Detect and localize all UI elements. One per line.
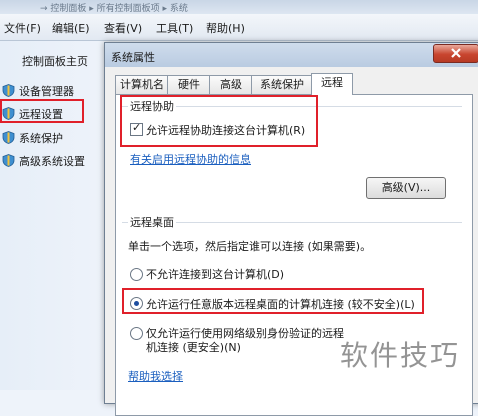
close-icon (451, 48, 461, 58)
control-panel-home-link[interactable]: 控制面板主页 (22, 53, 88, 69)
left-navigation-pane: 控制面板主页 设备管理器 远程设置 系统保护 高级系统设置 (0, 41, 108, 390)
highlight-remote-settings (0, 99, 84, 123)
watermark-text: 软件技巧 (340, 339, 461, 372)
tab-computer-name[interactable]: 计算机名 (115, 75, 169, 94)
highlight-allow-any-version (122, 288, 424, 314)
address-path: → 控制面板 ▸ 所有控制面板项 ▸ 系统 (40, 4, 188, 14)
menu-edit[interactable]: 编辑(E) (52, 20, 90, 36)
nav-item-system-protection[interactable]: 系统保护 (0, 128, 104, 146)
tab-advanced[interactable]: 高级 (209, 75, 253, 94)
shield-icon (2, 131, 15, 144)
close-button[interactable] (433, 44, 478, 63)
menu-file[interactable]: 文件(F) (4, 20, 41, 36)
address-bar-strip: → 控制面板 ▸ 所有控制面板项 ▸ 系统 (0, 0, 478, 14)
menu-view[interactable]: 查看(V) (104, 20, 142, 36)
radio-dont-allow-label[interactable]: 不允许连接到这台计算机(D) (146, 266, 284, 282)
dialog-title: 系统属性 (111, 51, 155, 64)
remote-desktop-group-label: 远程桌面 (128, 214, 176, 230)
help-me-choose-link[interactable]: 帮助我选择 (128, 368, 183, 384)
advanced-button[interactable]: 高级(V)... (366, 177, 446, 199)
nav-item-label: 系统保护 (19, 132, 63, 145)
nav-item-advanced-system-settings[interactable]: 高级系统设置 (0, 151, 104, 169)
tab-system-protection[interactable]: 系统保护 (251, 75, 313, 94)
shield-icon (2, 154, 15, 167)
nav-item-device-manager[interactable]: 设备管理器 (0, 81, 104, 99)
nav-item-label: 设备管理器 (19, 85, 74, 98)
tab-remote[interactable]: 远程 (311, 73, 353, 95)
radio-allow-nla-only[interactable] (130, 327, 143, 340)
nav-item-label: 高级系统设置 (19, 155, 85, 168)
remote-assistance-info-link[interactable]: 有关启用远程协助的信息 (130, 151, 251, 167)
menu-help[interactable]: 帮助(H) (206, 20, 245, 36)
remote-desktop-instruction: 单击一个选项，然后指定谁可以连接 (如果需要)。 (128, 240, 372, 253)
dialog-title-bar: 系统属性 (105, 43, 478, 67)
shield-icon (2, 84, 15, 97)
highlight-remote-assistance (120, 95, 318, 147)
tab-hardware[interactable]: 硬件 (167, 75, 211, 94)
radio-dont-allow[interactable] (130, 268, 143, 281)
radio-allow-nla-only-label-cont[interactable]: 机连接 (更安全)(N) (146, 339, 241, 355)
menu-tools[interactable]: 工具(T) (156, 20, 193, 36)
menu-bar: 文件(F) 编辑(E) 查看(V) 工具(T) 帮助(H) (0, 14, 478, 41)
